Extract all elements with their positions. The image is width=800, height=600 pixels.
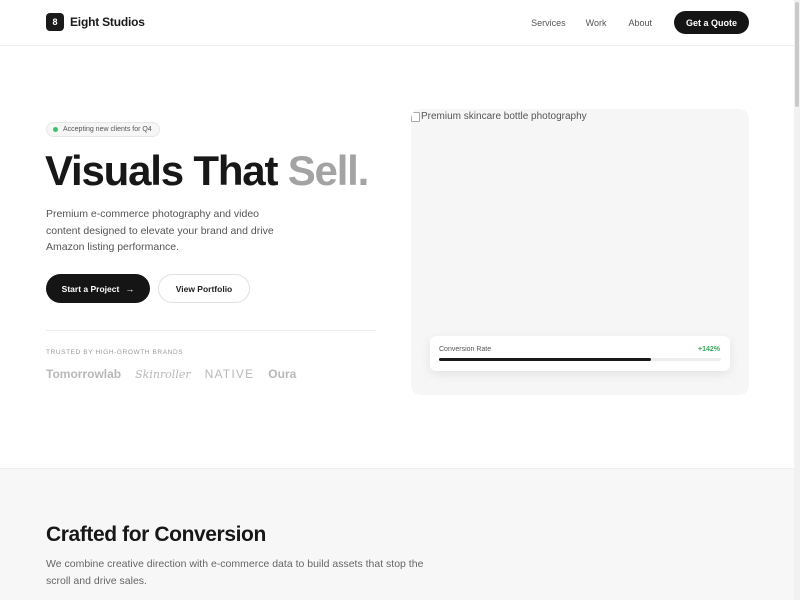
section-title: Crafted for Conversion: [46, 523, 266, 546]
arrow-right-icon: →: [125, 283, 135, 294]
conversion-section: Crafted for Conversion We combine creati…: [0, 468, 800, 600]
brand-logo-native: NATIVE: [204, 367, 255, 381]
brand-logos: Tomorrowlab Skinroller NATIVE Oura: [46, 367, 310, 381]
hero-description: Premium e-commerce photography and video…: [46, 208, 274, 253]
trusted-label: TRUSTED BY HIGH-GROWTH BRANDS: [46, 349, 184, 356]
view-portfolio-button[interactable]: View Portfolio: [158, 274, 250, 303]
hero-title-accent: Sell.: [287, 147, 370, 194]
broken-image-icon: [411, 111, 420, 122]
conversion-progress-fill: [439, 358, 651, 361]
page-scrollbar[interactable]: [794, 0, 800, 600]
hero-title-main: Visuals That: [45, 147, 288, 194]
conversion-progress-track: [439, 358, 721, 361]
site-header: 8 Eight Studios Services Work About Get …: [0, 0, 800, 46]
section-description: We combine creative direction with e-com…: [46, 558, 424, 587]
image-alt-text: Premium skincare bottle photography: [421, 111, 587, 122]
brand-logo-skinroller: Skinroller: [135, 367, 191, 381]
hero-title: Visuals That Sell.: [45, 147, 370, 195]
nav-work-link[interactable]: Work: [586, 18, 607, 28]
start-project-button[interactable]: Start a Project →: [46, 274, 150, 303]
main-nav: Services Work About Get a Quote: [531, 11, 749, 34]
brand-logo-tomorrowlab: Tomorrowlab: [46, 367, 122, 381]
logo-mark: 8: [46, 13, 64, 31]
conversion-rate-value: +142%: [698, 346, 720, 353]
start-project-label: Start a Project: [61, 283, 120, 294]
divider: [46, 330, 376, 331]
scrollbar-thumb[interactable]: [795, 2, 799, 107]
logo[interactable]: 8 Eight Studios: [46, 13, 145, 31]
nav-about-link[interactable]: About: [628, 18, 652, 28]
get-quote-button[interactable]: Get a Quote: [673, 11, 749, 34]
nav-services-link[interactable]: Services: [531, 18, 566, 28]
status-dot-icon: [53, 127, 58, 132]
hero-image: Premium skincare bottle photography: [411, 111, 587, 122]
brand-logo-oura: Oura: [268, 367, 297, 381]
hero-media-card: Premium skincare bottle photography Conv…: [411, 109, 749, 395]
availability-badge: Accepting new clients for Q4: [46, 122, 160, 137]
conversion-rate-label: Conversion Rate: [439, 346, 492, 353]
brand-name: Eight Studios: [70, 15, 145, 29]
conversion-rate-card: Conversion Rate +142%: [430, 336, 730, 371]
badge-label: Accepting new clients for Q4: [63, 126, 152, 133]
